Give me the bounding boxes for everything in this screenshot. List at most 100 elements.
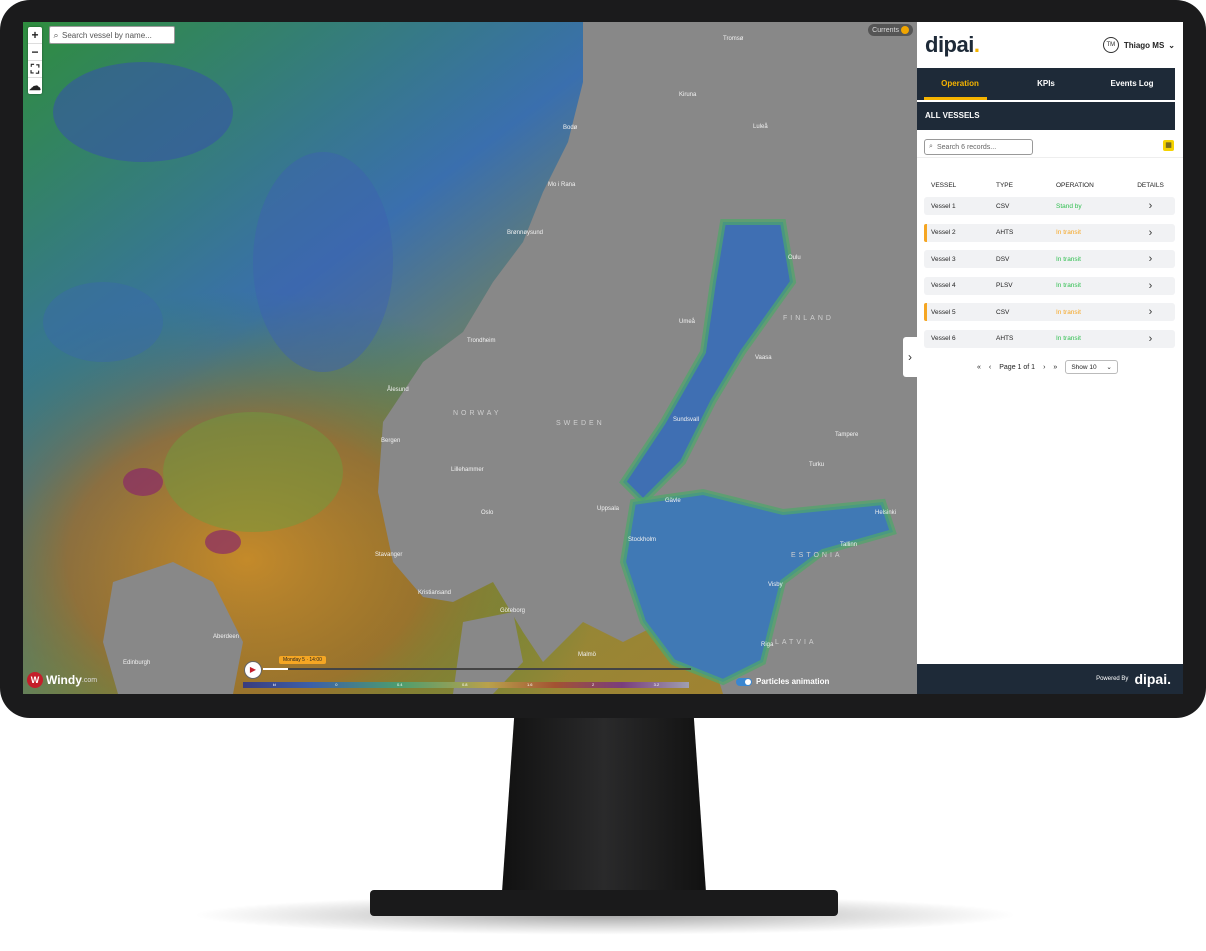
vessel-operation: In transit (1056, 229, 1081, 236)
place-label: Tampere (835, 432, 859, 438)
chevron-right-icon[interactable]: › (1126, 253, 1175, 265)
section-title: ALL VESSELS (917, 102, 1175, 130)
table-header: VESSEL TYPE OPERATION DETAILS (924, 182, 1175, 189)
place-label: Ålesund (387, 387, 409, 393)
tab-operation[interactable]: Operation (917, 68, 1003, 100)
next-page-button[interactable]: › (1043, 364, 1045, 371)
table-row[interactable]: Vessel 4 PLSV In transit › (924, 276, 1175, 295)
panel-header: dipai. TM Thiago MS ⌄ (917, 22, 1183, 68)
monitor-neck (502, 716, 706, 892)
vessel-type: AHTS (996, 335, 1014, 342)
place-label: Aberdeen (213, 634, 240, 640)
column-header-details: DETAILS (1137, 182, 1164, 189)
status-flag (924, 303, 927, 321)
user-menu[interactable]: TM Thiago MS ⌄ (1102, 37, 1175, 53)
place-label: Gävle (665, 498, 681, 504)
windy-map[interactable]: NORWAY SWEDEN FINLAND ESTONIA LATVIA Bod… (23, 22, 917, 694)
place-label: Stavanger (375, 552, 403, 558)
vessel-name: Vessel 3 (931, 255, 956, 263)
vessel-panel: dipai. TM Thiago MS ⌄ Operation KPIs Eve… (917, 22, 1183, 694)
place-label: Tromsø (723, 36, 744, 42)
place-label: Bergen (381, 438, 401, 444)
zoom-controls: + − ⛶ ☁ (28, 27, 42, 94)
vessel-type: PLSV (996, 282, 1013, 289)
table-row[interactable]: Vessel 3 DSV In transit › (924, 250, 1175, 268)
vessel-name: Vessel 1 (931, 202, 956, 210)
powered-by-label: Powered By (1096, 676, 1129, 682)
windy-logo[interactable]: W Windy .com (27, 672, 97, 688)
place-label: Tallinn (840, 542, 858, 548)
place-label: Kristiansand (418, 590, 452, 596)
place-label: Bodø (563, 125, 578, 131)
tab-kpis[interactable]: KPIs (1003, 68, 1089, 100)
timeline-time-tag: Monday 5 · 14:00 (279, 656, 326, 664)
color-scale: kt 0 0.4 0.8 1.6 2 3.2 (243, 682, 689, 688)
windy-brand: Windy (46, 673, 82, 687)
particles-toggle[interactable]: Particles animation (736, 677, 829, 686)
column-header-type: TYPE (996, 182, 1013, 189)
place-label: Lillehammer (451, 467, 484, 473)
timeline-slider[interactable] (263, 668, 691, 670)
chevron-right-icon[interactable]: › (1126, 333, 1175, 345)
country-label-sweden: SWEDEN (556, 420, 605, 427)
tab-events-log[interactable]: Events Log (1089, 68, 1175, 100)
records-search-placeholder: Search 6 records... (937, 143, 997, 151)
play-button[interactable]: ▶ (244, 661, 262, 679)
place-label: Turku (809, 462, 825, 468)
page-indicator: Page 1 of 1 (999, 363, 1036, 371)
table-row[interactable]: Vessel 1 CSV Stand by › (924, 197, 1175, 215)
zoom-in-button[interactable]: + (28, 27, 42, 44)
grid-view-icon[interactable]: ▦ (1163, 140, 1174, 151)
place-label: Uppsala (597, 506, 620, 512)
zoom-out-button[interactable]: − (28, 44, 42, 61)
scale-tick: 2 (591, 682, 595, 687)
scale-tick: 0 (335, 682, 338, 687)
vessel-type: DSV (996, 255, 1010, 263)
chevron-right-icon[interactable]: › (1126, 280, 1175, 292)
windy-brand-suffix: .com (81, 676, 98, 684)
last-page-button[interactable]: » (1053, 364, 1057, 371)
table-row[interactable]: Vessel 5 CSV In transit › (924, 303, 1175, 321)
place-label: Helsinki (875, 510, 897, 516)
scale-tick: 1.6 (526, 682, 533, 687)
vessel-type: AHTS (996, 229, 1014, 236)
weather-layer-icon[interactable]: ☁ (28, 78, 42, 94)
vessel-name: Vessel 2 (931, 229, 956, 236)
page-size-select[interactable]: Show 10 ⌄ (1065, 360, 1118, 374)
timeline-progress (263, 668, 288, 670)
table-row[interactable]: Vessel 6 AHTS In transit › (924, 329, 1175, 348)
screen: NORWAY SWEDEN FINLAND ESTONIA LATVIA Bod… (23, 22, 1183, 694)
scale-tick: 0.8 (461, 682, 468, 687)
vessel-operation: In transit (1056, 335, 1081, 342)
column-header-operation: OPERATION (1056, 182, 1094, 189)
table-row[interactable]: Vessel 2 AHTS In transit › (924, 223, 1175, 242)
country-label-latvia: LATVIA (775, 639, 817, 646)
chevron-right-icon[interactable]: › (1126, 200, 1175, 212)
chevron-right-icon[interactable]: › (1126, 306, 1175, 318)
vessel-type: CSV (996, 308, 1010, 316)
place-label: Riga (761, 642, 774, 648)
vessel-name: Vessel 4 (931, 282, 956, 289)
vessel-operation: In transit (1056, 255, 1081, 263)
currents-badge[interactable]: Currents (868, 24, 913, 36)
place-label: Stockholm (628, 537, 657, 543)
records-search-field[interactable]: ⌕ Search 6 records... (924, 139, 1033, 155)
place-label: Malmö (578, 652, 597, 658)
scale-tick: 3.2 (653, 682, 660, 687)
panel-footer: Powered By dipai. (917, 664, 1183, 694)
vessel-search-field[interactable]: ⌕ Search vessel by name... (49, 26, 175, 44)
first-page-button[interactable]: « (977, 364, 981, 371)
collapse-panel-button[interactable]: › (903, 337, 917, 377)
vessel-operation: In transit (1056, 282, 1081, 289)
chevron-right-icon[interactable]: › (1126, 227, 1175, 239)
place-label: Edinburgh (123, 660, 151, 666)
fullscreen-icon[interactable]: ⛶ (28, 61, 42, 78)
chevron-down-icon: ⌄ (1168, 40, 1175, 50)
panel-tabs: Operation KPIs Events Log (917, 68, 1175, 100)
vessel-operation: In transit (1056, 308, 1081, 316)
prev-page-button[interactable]: ‹ (989, 364, 991, 371)
place-label: Trondheim (467, 338, 496, 344)
country-label-norway: NORWAY (453, 410, 502, 417)
toggle-switch[interactable] (736, 677, 752, 686)
search-icon: ⌕ (929, 143, 933, 150)
